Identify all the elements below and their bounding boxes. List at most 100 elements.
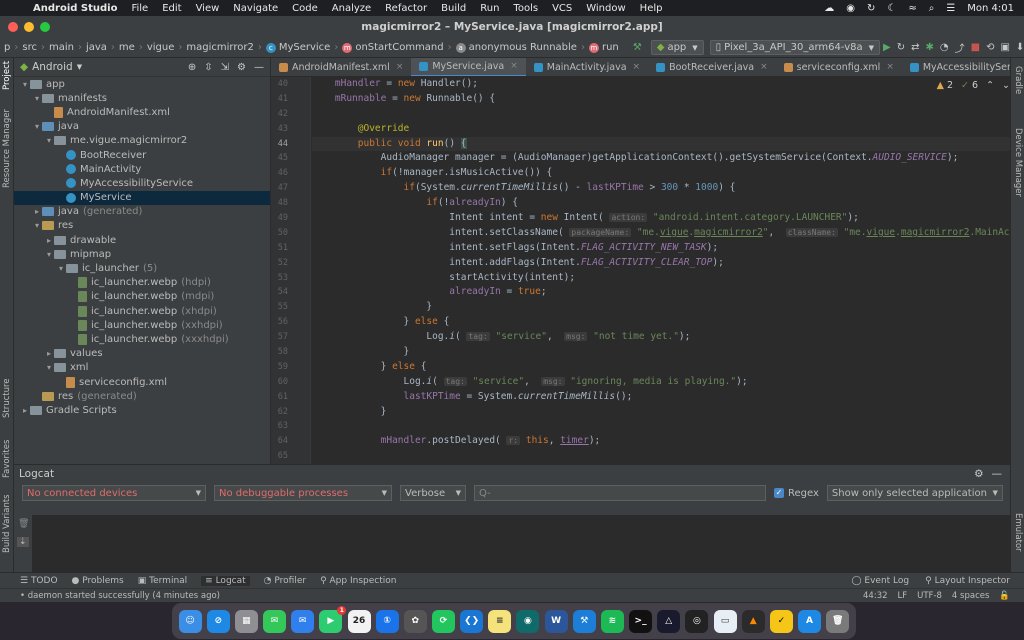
menu-run[interactable]: Run (473, 3, 506, 14)
menu-code[interactable]: Code (285, 3, 325, 14)
line-number[interactable]: 58 (271, 345, 310, 360)
tree-item[interactable]: ▾ java (14, 120, 270, 134)
indent-setting[interactable]: 4 spaces (952, 591, 989, 601)
breadcrumb-myservice[interactable]: c MyService (265, 42, 330, 53)
menu-file[interactable]: File (124, 3, 155, 14)
line-number[interactable]: 65 (271, 449, 310, 464)
line-number[interactable]: 41 (271, 92, 310, 107)
editor-tab[interactable]: AndroidManifest.xml × (271, 58, 411, 76)
locate-icon[interactable]: ⊕ (188, 62, 196, 73)
appstore-icon[interactable]: A (798, 609, 822, 633)
expanded-arrow-icon[interactable]: ▾ (32, 221, 42, 230)
launchpad-icon[interactable]: ▦ (234, 609, 258, 633)
profile-icon[interactable]: ◔ (940, 42, 949, 53)
norton-icon[interactable]: ✓ (769, 609, 793, 633)
line-number[interactable]: 54 (271, 285, 310, 300)
spotify-icon[interactable]: ≋ (600, 609, 624, 633)
expanded-arrow-icon[interactable]: ▾ (32, 122, 42, 131)
tree-item[interactable]: BootReceiver (14, 148, 270, 162)
editor-tab[interactable]: MyService.java × (411, 58, 526, 76)
app-menu[interactable]: Android Studio (26, 3, 124, 14)
tree-item[interactable]: ▸ values (14, 347, 270, 361)
profiler-tool-button[interactable]: ◔ Profiler (264, 576, 306, 586)
sdk-manager-icon[interactable]: ⬇ (1016, 42, 1024, 53)
terminal-tool-button[interactable]: ▣ Terminal (138, 576, 187, 586)
messages-icon[interactable]: ✉ (263, 609, 287, 633)
hammer-icon[interactable]: ⚒ (633, 42, 642, 53)
breadcrumb-vigue[interactable]: vigue (147, 42, 175, 53)
cloud-icon[interactable]: ☁ (824, 3, 834, 14)
preview-icon[interactable]: ▭ (713, 609, 737, 633)
tree-item[interactable]: ▾ manifests (14, 91, 270, 105)
problems-tool-button[interactable]: ● Problems (72, 576, 124, 586)
line-number[interactable]: 56 (271, 315, 310, 330)
line-number[interactable]: 61 (271, 390, 310, 405)
mail-icon[interactable]: ✉ (291, 609, 315, 633)
menu-edit[interactable]: Edit (155, 3, 188, 14)
expanded-arrow-icon[interactable]: ▾ (44, 136, 54, 145)
affinity-icon[interactable]: △ (657, 609, 681, 633)
breadcrumb-run[interactable]: m run (588, 42, 619, 53)
close-tab-icon[interactable]: × (633, 62, 641, 72)
inspection-widget[interactable]: ▲ 2 ✓ 6 ⌃ ⌄ (937, 80, 1010, 91)
line-number[interactable]: 49 (271, 211, 310, 226)
editor-tab[interactable]: serviceconfig.xml × (776, 58, 902, 76)
status-message[interactable]: • daemon started successfully (4 minutes… (20, 591, 220, 601)
run-config-select[interactable]: ◆ app ▼ (650, 40, 704, 55)
vlc-icon[interactable]: ▲ (741, 609, 765, 633)
debug-icon[interactable]: ✱ (926, 42, 934, 53)
trash-icon[interactable]: 🗑 (826, 609, 850, 633)
close-window-button[interactable] (8, 22, 18, 32)
stop-icon[interactable]: ■ (971, 42, 980, 53)
scroll-to-end-icon[interactable]: ⇣ (17, 537, 29, 547)
line-number[interactable]: 44 (271, 137, 310, 152)
line-number[interactable]: 55 (271, 300, 310, 315)
tree-item[interactable]: ic_launcher.webp (mdpi) (14, 290, 270, 304)
line-number[interactable]: 46 (271, 166, 310, 181)
tree-item[interactable]: ic_launcher.webp (xhdpi) (14, 304, 270, 318)
collapse-all-icon[interactable]: ⇲ (221, 62, 229, 73)
xcode-icon[interactable]: ⚒ (572, 609, 596, 633)
line-separator[interactable]: LF (898, 591, 908, 601)
tree-item[interactable]: ▾ app (14, 77, 270, 91)
warning-count[interactable]: ▲ 2 (937, 80, 953, 91)
tree-item[interactable]: MyService (14, 190, 270, 205)
breadcrumb-src[interactable]: src (22, 42, 37, 53)
line-number[interactable]: 42 (271, 107, 310, 122)
network-icon[interactable]: ◎ (685, 609, 709, 633)
expand-all-icon[interactable]: ⇳ (204, 62, 212, 73)
gitkraken-icon[interactable]: ◉ (516, 609, 540, 633)
tree-item[interactable]: serviceconfig.xml (14, 375, 270, 389)
zoom-window-button[interactable] (40, 22, 50, 32)
clock[interactable]: Mon 4:01 (967, 3, 1014, 14)
safari-icon[interactable]: ⊘ (206, 609, 230, 633)
breadcrumb-magicmirror2[interactable]: magicmirror2 (186, 42, 253, 53)
regex-checkbox[interactable]: ✓ Regex (774, 488, 819, 499)
tree-item[interactable]: ic_launcher.webp (hdpi) (14, 276, 270, 290)
gear-icon[interactable]: ⚙ (237, 62, 246, 73)
todo-tool-button[interactable]: ☰ TODO (20, 576, 58, 586)
lock-icon[interactable]: 🔓 (999, 591, 1010, 601)
resource-manager-tool-tab[interactable]: Resource Manager (2, 109, 12, 188)
editor-tab[interactable]: MyAccessibilityService.java× (902, 58, 1010, 76)
line-number[interactable]: 64 (271, 434, 310, 449)
device-manager-icon[interactable]: ▣ (1000, 42, 1009, 53)
logcat-output[interactable] (32, 515, 1010, 572)
line-number[interactable]: 59 (271, 360, 310, 375)
project-tool-tab[interactable]: Project (2, 61, 12, 90)
line-number[interactable]: 40 (271, 77, 310, 92)
tree-item[interactable]: ▾ ic_launcher (5) (14, 261, 270, 275)
chevron-up-icon[interactable]: ⌃ (986, 80, 994, 91)
tree-item[interactable]: ▾ res (14, 219, 270, 233)
app-inspection-tool-button[interactable]: ⚲ App Inspection (320, 576, 396, 586)
tree-item[interactable]: ic_launcher.webp (xxxhdpi) (14, 332, 270, 346)
event-log-button[interactable]: ◯ Event Log (851, 576, 909, 586)
gear-icon[interactable]: ⚙ (974, 468, 983, 480)
device-filter-select[interactable]: No connected devices ▼ (22, 485, 206, 501)
line-number[interactable]: 50 (271, 226, 310, 241)
control-center-icon[interactable]: ☰ (946, 3, 955, 14)
pycharm-icon[interactable]: ⟳ (431, 609, 455, 633)
word-icon[interactable]: W (544, 609, 568, 633)
notes-icon[interactable]: ≡ (488, 609, 512, 633)
project-view-select[interactable]: Android (32, 61, 73, 73)
